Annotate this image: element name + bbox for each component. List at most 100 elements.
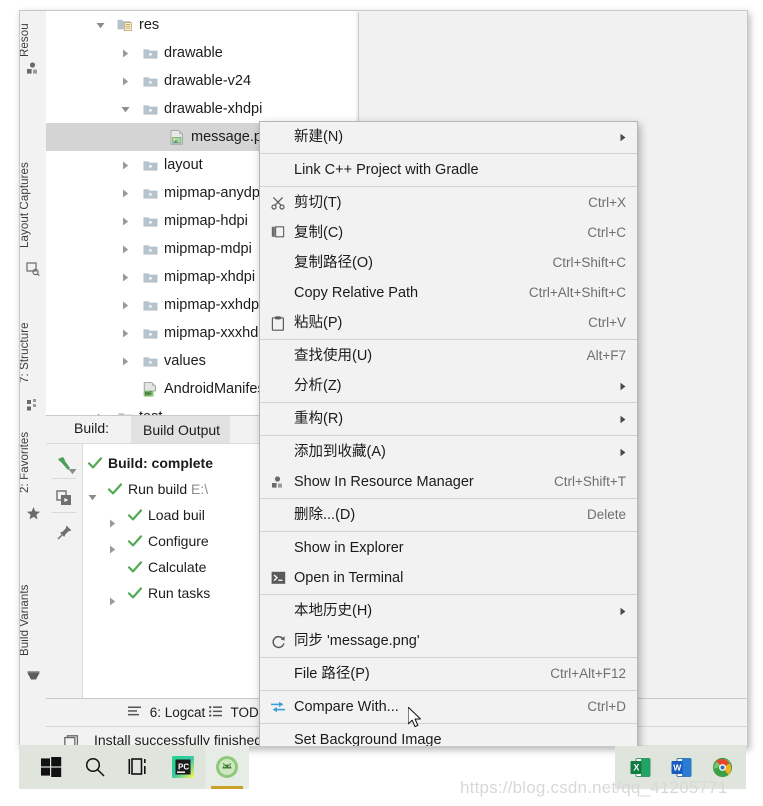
menu-item-p[interactable]: 粘贴(P) Ctrl+V bbox=[260, 308, 637, 338]
chevron-right-icon[interactable] bbox=[119, 319, 131, 347]
menu-item-o[interactable]: 复制路径(O) Ctrl+Shift+C bbox=[260, 248, 637, 278]
menu-item-h[interactable]: 本地历史(H) bbox=[260, 596, 637, 626]
menu-item-message-png[interactable]: 同步 'message.png' bbox=[260, 626, 637, 656]
menu-separator bbox=[260, 594, 637, 595]
chevron-right-icon[interactable] bbox=[119, 179, 131, 207]
pycharm-icon[interactable]: PC bbox=[161, 745, 205, 789]
structure-icon[interactable] bbox=[24, 396, 42, 414]
tree-row-label: mipmap-xxxhdpi bbox=[164, 325, 270, 341]
menu-item-shortcut: Delete bbox=[586, 507, 626, 522]
menu-item-file-p[interactable]: File 路径(P) Ctrl+Alt+F12 bbox=[260, 659, 637, 689]
check-icon bbox=[127, 529, 143, 555]
build-output-row[interactable]: Calculate bbox=[127, 554, 206, 580]
chevron-right-icon[interactable] bbox=[119, 151, 131, 179]
chevron-down-icon[interactable] bbox=[119, 95, 131, 123]
build-output-row[interactable]: Configure bbox=[110, 528, 209, 555]
tree-row-label: drawable-xhdpi bbox=[164, 101, 263, 117]
android-studio-icon[interactable] bbox=[205, 745, 249, 789]
layout-captures-icon[interactable] bbox=[24, 260, 42, 278]
sidebar-item-layout-captures[interactable]: Layout Captures bbox=[19, 151, 45, 259]
tool-button-logcat[interactable]: 6: Logcat bbox=[128, 699, 205, 727]
menu-item-t[interactable]: 剪切(T) Ctrl+X bbox=[260, 188, 637, 218]
resource-manager-icon[interactable] bbox=[24, 59, 42, 77]
build-output-row-label: Configure bbox=[148, 533, 209, 549]
task-view-icon[interactable] bbox=[117, 745, 161, 789]
chevron-right-icon[interactable] bbox=[119, 263, 131, 291]
folder-icon bbox=[141, 319, 159, 347]
menu-item-r[interactable]: 重构(R) bbox=[260, 404, 637, 434]
todo-icon bbox=[209, 699, 222, 727]
menu-item-d[interactable]: 删除...(D) Delete bbox=[260, 500, 637, 530]
folder-icon bbox=[141, 235, 159, 263]
menu-item-z[interactable]: 分析(Z) bbox=[260, 371, 637, 401]
left-tool-strip: Resou Layout Captures 7: Structure 2: Fa… bbox=[20, 11, 47, 746]
menu-item-show-in-resource-manager[interactable]: Show In Resource Manager Ctrl+Shift+T bbox=[260, 467, 637, 497]
menu-item-u[interactable]: 查找使用(U) Alt+F7 bbox=[260, 341, 637, 371]
folder-icon bbox=[116, 403, 134, 415]
android-studio-window: Resou Layout Captures 7: Structure 2: Fa… bbox=[19, 10, 748, 747]
tree-row-label: drawable bbox=[164, 45, 223, 61]
star-icon[interactable] bbox=[24, 504, 42, 522]
menu-item-shortcut: Ctrl+C bbox=[587, 225, 626, 240]
chevron-right-icon[interactable] bbox=[119, 347, 131, 375]
menu-item-set-background-image[interactable]: Set Background Image bbox=[260, 725, 637, 747]
tree-row-drawable-v24[interactable]: drawable-v24 bbox=[46, 67, 356, 95]
chevron-right-icon[interactable] bbox=[94, 403, 106, 415]
menu-item-show-in-explorer[interactable]: Show in Explorer bbox=[260, 533, 637, 563]
logcat-icon bbox=[128, 699, 141, 727]
menu-item-label: Set Background Image bbox=[294, 732, 442, 747]
build-output-row[interactable]: Build: complete bbox=[68, 450, 213, 476]
chevron-right-icon[interactable] bbox=[108, 536, 117, 562]
terminal-icon bbox=[268, 563, 288, 593]
tree-row-label: test bbox=[139, 403, 162, 415]
build-variants-icon[interactable] bbox=[24, 666, 42, 684]
folder-icon bbox=[141, 39, 159, 67]
resource-manager-icon bbox=[268, 467, 288, 497]
chevron-right-icon[interactable] bbox=[108, 510, 117, 536]
menu-item-a[interactable]: 添加到收藏(A) bbox=[260, 437, 637, 467]
chevron-down-icon[interactable] bbox=[68, 458, 77, 484]
menu-item-link-c-project-with-gradle[interactable]: Link C++ Project with Gradle bbox=[260, 155, 637, 185]
menu-item-shortcut: Alt+F7 bbox=[586, 348, 626, 363]
chevron-right-icon[interactable] bbox=[119, 39, 131, 67]
menu-item-open-in-terminal[interactable]: Open in Terminal bbox=[260, 563, 637, 593]
menu-item-c[interactable]: 复制(C) Ctrl+C bbox=[260, 218, 637, 248]
sidebar-item-favorites[interactable]: 2: Favorites bbox=[20, 421, 45, 503]
pin-icon[interactable] bbox=[52, 520, 76, 544]
chevron-down-icon[interactable] bbox=[88, 484, 97, 510]
watermark-text: https://blog.csdn.net/qq_41205771 bbox=[460, 778, 728, 797]
sidebar-label-layout-captures: Layout Captures bbox=[19, 162, 31, 248]
menu-separator bbox=[260, 435, 637, 436]
sidebar-item-structure[interactable]: 7: Structure bbox=[20, 311, 45, 395]
sidebar-label-resource-manager: Resou bbox=[19, 23, 31, 57]
tab-build-output-label: Build Output bbox=[143, 422, 221, 438]
menu-separator bbox=[260, 498, 637, 499]
res-folder-icon bbox=[116, 11, 134, 39]
context-menu[interactable]: 新建(N) Link C++ Project with Gradle 剪切(T) Ct… bbox=[259, 121, 638, 747]
chevron-right-icon[interactable] bbox=[108, 588, 117, 614]
chevron-right-icon[interactable] bbox=[119, 291, 131, 319]
menu-item-n[interactable]: 新建(N) bbox=[260, 122, 637, 152]
folder-icon bbox=[141, 263, 159, 291]
menu-item-compare-with[interactable]: Compare With... Ctrl+D bbox=[260, 692, 637, 722]
tab-build-output[interactable]: Build Output bbox=[131, 416, 231, 444]
search-icon[interactable] bbox=[73, 745, 117, 789]
windows-start-icon[interactable] bbox=[29, 745, 73, 789]
windows-taskbar-left: PC bbox=[19, 745, 249, 789]
sidebar-item-build-variants[interactable]: Build Variants bbox=[20, 576, 45, 664]
menu-item-copy-relative-path[interactable]: Copy Relative Path Ctrl+Alt+Shift+C bbox=[260, 278, 637, 308]
rerun-icon[interactable] bbox=[52, 486, 76, 510]
sidebar-item-resource-manager[interactable]: Resou bbox=[19, 19, 45, 61]
chevron-right-icon[interactable] bbox=[119, 235, 131, 263]
tree-row-drawable-xhdpi[interactable]: drawable-xhdpi bbox=[46, 95, 356, 123]
tree-row-res[interactable]: res bbox=[46, 11, 356, 39]
menu-item-label: Show in Explorer bbox=[294, 540, 404, 556]
build-output-row[interactable]: Load buil bbox=[110, 502, 205, 528]
build-output-row[interactable]: Run build E:\ bbox=[88, 476, 208, 502]
tree-row-drawable[interactable]: drawable bbox=[46, 39, 356, 67]
menu-item-label: File 路径(P) bbox=[294, 666, 370, 682]
chevron-right-icon[interactable] bbox=[119, 207, 131, 235]
chevron-right-icon[interactable] bbox=[119, 67, 131, 95]
chevron-down-icon[interactable] bbox=[94, 11, 106, 39]
build-output-row[interactable]: Run tasks bbox=[110, 580, 210, 606]
